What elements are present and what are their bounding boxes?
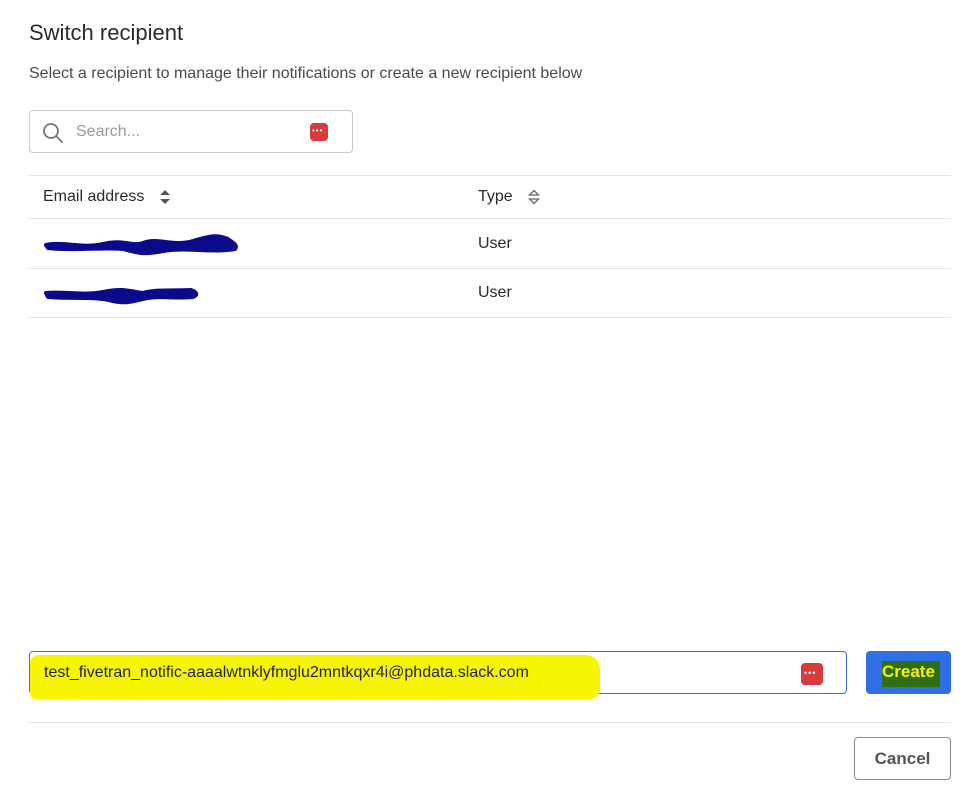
redaction-scribble: [44, 288, 199, 305]
password-manager-icon[interactable]: [801, 663, 823, 685]
new-recipient-input[interactable]: [44, 660, 784, 686]
column-header-email-label: Email address: [43, 188, 145, 205]
type-cell: User: [478, 284, 512, 301]
new-recipient-field[interactable]: [29, 651, 847, 699]
search-input[interactable]: [76, 119, 316, 145]
dialog-title: Switch recipient: [29, 20, 184, 45]
column-header-email[interactable]: Email address: [43, 176, 172, 218]
cancel-button[interactable]: Cancel: [854, 737, 951, 780]
redaction-scribble: [44, 234, 238, 256]
search-field[interactable]: [29, 110, 353, 153]
column-header-type[interactable]: Type: [478, 176, 541, 218]
sort-icon[interactable]: [158, 189, 172, 205]
table-row[interactable]: User: [29, 218, 951, 268]
type-cell: User: [478, 234, 512, 252]
password-manager-icon[interactable]: [310, 123, 328, 141]
table-header-row: Email address Type: [29, 175, 951, 218]
dialog-subtitle: Select a recipient to manage their notif…: [29, 65, 583, 82]
create-button-label: Create: [882, 662, 935, 681]
create-button[interactable]: Create: [866, 651, 951, 694]
footer-divider: [29, 722, 951, 723]
sort-icon[interactable]: [527, 189, 541, 205]
search-icon: [43, 123, 63, 143]
recipients-table: Email address Type User User: [29, 175, 951, 318]
table-row[interactable]: User: [29, 268, 951, 318]
column-header-type-label: Type: [478, 188, 513, 205]
